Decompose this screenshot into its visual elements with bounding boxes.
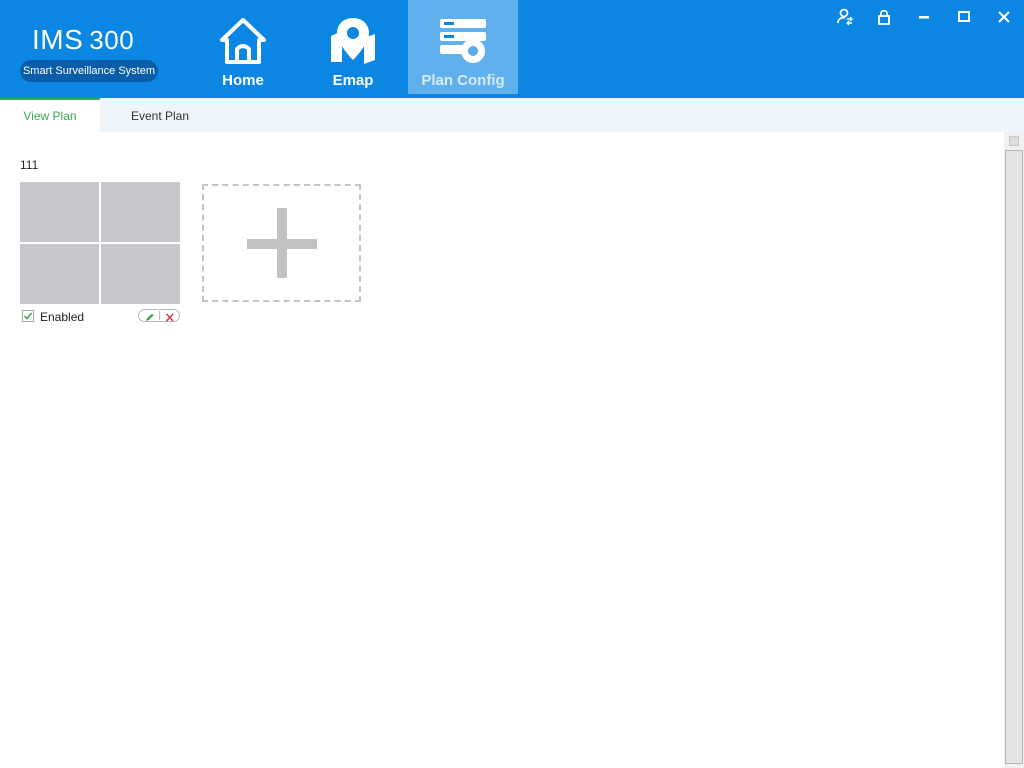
app-header: IMS 300 Smart Surveillance System Home Em… — [0, 0, 1024, 98]
logo-subtitle: Smart Surveillance System — [20, 60, 158, 82]
check-icon — [23, 312, 33, 320]
scroll-thumb[interactable] — [1005, 150, 1023, 764]
user-switch-icon[interactable] — [834, 6, 856, 28]
home-icon — [218, 16, 268, 66]
vertical-scrollbar[interactable] — [1004, 132, 1024, 768]
close-icon — [165, 313, 174, 322]
nav-tab-emap-label: Emap — [332, 72, 374, 89]
edit-plan-button[interactable] — [139, 310, 159, 321]
plan-thumbnail[interactable] — [20, 182, 180, 304]
enabled-label: Enabled — [40, 310, 85, 324]
lock-icon[interactable] — [873, 6, 895, 28]
tab-view-plan[interactable]: View Plan — [0, 98, 100, 132]
plan-config-icon — [438, 16, 488, 66]
plan-window-cell — [101, 182, 180, 242]
scroll-up-arrow[interactable] — [1009, 136, 1019, 146]
add-plan-button[interactable] — [202, 184, 361, 302]
plan-actions — [138, 309, 180, 322]
nav-tab-emap[interactable]: Emap — [298, 0, 408, 94]
logo-title-number: 300 — [89, 25, 135, 55]
minimize-icon[interactable] — [913, 6, 935, 28]
map-pin-icon — [328, 16, 378, 66]
plan-name: 111 — [20, 158, 39, 172]
plus-icon-vertical — [277, 208, 287, 278]
nav-tab-plan-config[interactable]: Plan Config — [408, 0, 518, 94]
sub-tab-bar: View Plan Event Plan — [0, 98, 1024, 132]
delete-plan-button[interactable] — [160, 310, 180, 322]
enabled-checkbox[interactable] — [22, 310, 34, 322]
logo-title: IMS 300 — [32, 24, 134, 56]
nav-tab-home[interactable]: Home — [188, 0, 298, 94]
plan-content-area: 111 Enabled — [0, 132, 1004, 768]
logo-title-text: IMS — [32, 24, 84, 55]
maximize-icon[interactable] — [953, 6, 975, 28]
nav-tab-plan-config-label: Plan Config — [421, 72, 505, 89]
plan-window-cell — [101, 244, 180, 304]
app-logo: IMS 300 Smart Surveillance System — [20, 24, 160, 84]
plan-window-cell — [20, 244, 99, 304]
pencil-icon — [146, 313, 154, 321]
nav-tab-home-label: Home — [222, 72, 264, 89]
plan-window-cell — [20, 182, 99, 242]
close-icon[interactable] — [993, 6, 1015, 28]
tab-event-plan[interactable]: Event Plan — [110, 98, 210, 132]
